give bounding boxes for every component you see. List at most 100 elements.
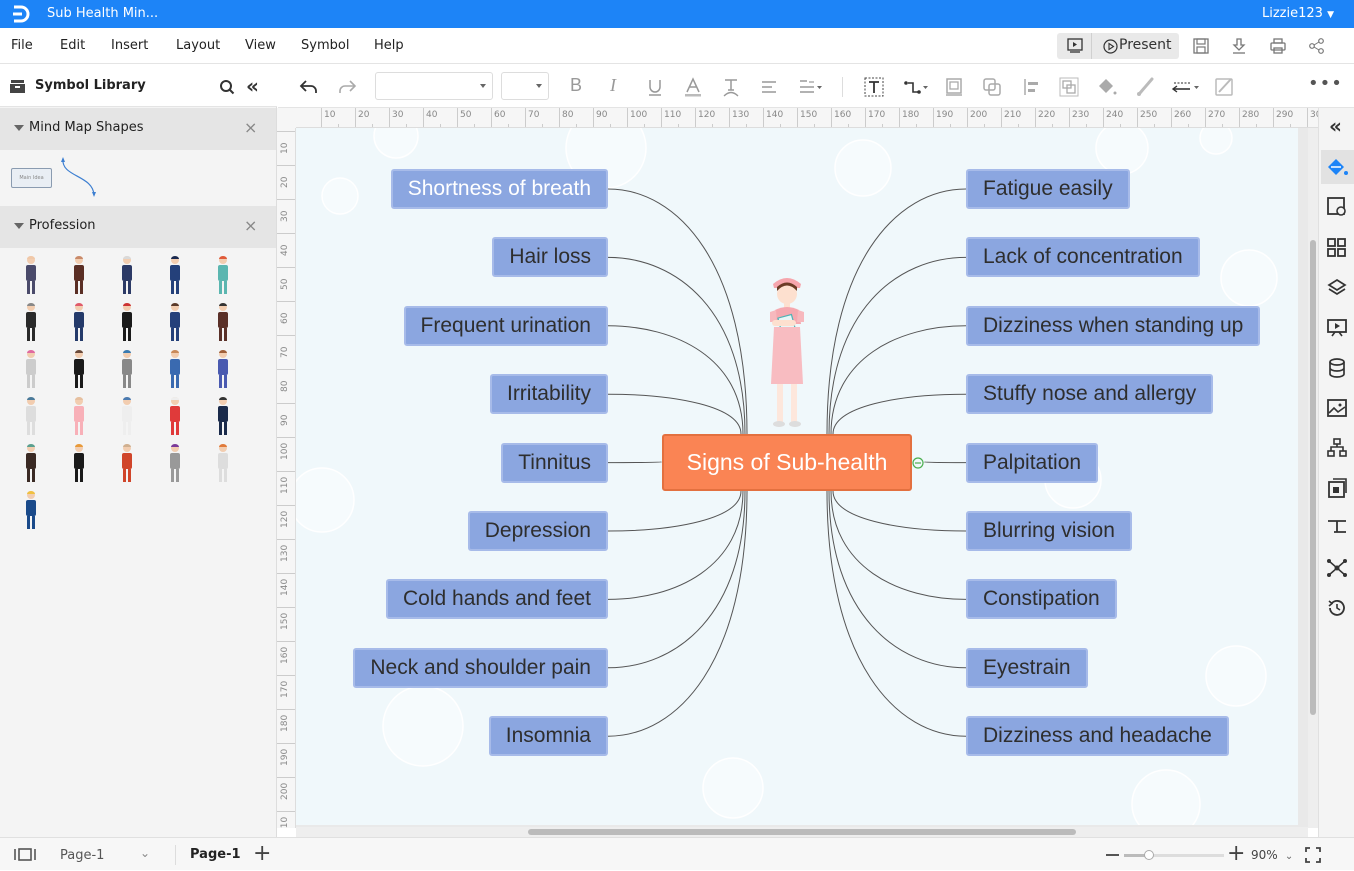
close-section-icon[interactable]: × <box>244 216 257 235</box>
collapse-toggle-icon[interactable] <box>912 457 924 469</box>
profession-symbol[interactable] <box>207 255 239 297</box>
line-color-icon[interactable] <box>1134 76 1156 98</box>
topic-node-left[interactable]: Hair loss <box>492 237 608 278</box>
topic-node-left[interactable]: Irritability <box>489 374 608 415</box>
topic-node-right[interactable]: Palpitation <box>966 442 1099 483</box>
page-select[interactable]: Page-1 ⌄ <box>60 838 155 871</box>
zoom-slider[interactable] <box>1124 850 1224 860</box>
share-icon[interactable] <box>1307 36 1327 56</box>
vertical-scrollbar[interactable] <box>1308 128 1318 828</box>
profession-symbol[interactable] <box>111 302 143 344</box>
text-style-icon[interactable] <box>720 76 742 98</box>
mindmap-icon[interactable] <box>1326 557 1348 579</box>
profession-symbol[interactable] <box>207 349 239 391</box>
align-left-icon[interactable] <box>1020 76 1042 98</box>
connector-panel-icon[interactable] <box>1326 517 1348 539</box>
print-icon[interactable] <box>1268 36 1288 56</box>
topic-node-right[interactable]: Lack of concentration <box>966 237 1200 278</box>
clear-style-icon[interactable] <box>1213 76 1235 98</box>
menu-edit[interactable]: Edit <box>60 38 85 53</box>
profession-symbol[interactable] <box>207 396 239 438</box>
profession-symbol[interactable] <box>159 255 191 297</box>
app-logo-icon[interactable] <box>10 4 32 24</box>
style-fill-tab[interactable] <box>1321 150 1354 184</box>
image-icon[interactable] <box>1326 397 1348 419</box>
bold-icon[interactable]: B <box>570 75 592 97</box>
profession-symbol[interactable] <box>63 396 95 438</box>
profession-symbol[interactable] <box>159 349 191 391</box>
page-setup-icon[interactable] <box>1326 196 1348 218</box>
topic-node-right[interactable]: Eyestrain <box>966 647 1088 688</box>
collapse-panel-icon[interactable]: « <box>246 74 259 98</box>
profession-symbol[interactable] <box>15 349 47 391</box>
data-icon[interactable] <box>1326 357 1348 379</box>
section-profession[interactable]: Profession × <box>0 206 276 248</box>
profession-symbol[interactable] <box>207 302 239 344</box>
section-mind-map-shapes[interactable]: Mind Map Shapes × <box>0 108 276 150</box>
presentation-icon[interactable] <box>1326 317 1348 339</box>
vertical-scroll-thumb[interactable] <box>1310 240 1316 715</box>
topic-node-right[interactable]: Stuffy nose and allergy <box>966 374 1214 415</box>
profession-symbol[interactable] <box>111 396 143 438</box>
zoom-in-icon[interactable]: + <box>1227 841 1245 866</box>
redo-icon[interactable] <box>336 76 358 98</box>
more-options-icon[interactable]: ••• <box>1308 73 1342 95</box>
profession-symbol[interactable] <box>111 349 143 391</box>
topic-node-right[interactable]: Dizziness and headache <box>966 716 1229 757</box>
profession-symbol[interactable] <box>15 255 47 297</box>
zoom-level-select[interactable]: 90% ⌄ <box>1251 848 1293 863</box>
profession-symbol[interactable] <box>15 302 47 344</box>
font-family-select[interactable] <box>375 72 493 100</box>
topic-node-right[interactable]: Fatigue easily <box>966 169 1130 209</box>
ungroup-icon[interactable] <box>1058 76 1080 98</box>
profession-symbol[interactable] <box>159 443 191 485</box>
topic-node-left[interactable]: Frequent urination <box>403 305 608 346</box>
add-page-icon[interactable]: + <box>253 841 271 866</box>
horizontal-scrollbar[interactable] <box>296 827 1308 837</box>
undo-icon[interactable] <box>298 76 320 98</box>
page-icon[interactable] <box>1326 477 1348 499</box>
nurse-illustration[interactable] <box>760 272 818 432</box>
align-icon[interactable] <box>758 76 780 98</box>
profession-symbol[interactable] <box>111 443 143 485</box>
org-chart-icon[interactable] <box>1326 437 1348 459</box>
topic-node-left[interactable]: Shortness of breath <box>390 169 608 209</box>
topic-node-left[interactable]: Cold hands and feet <box>386 579 608 620</box>
user-menu[interactable]: Lizzie123 ▼ <box>1262 6 1334 21</box>
topic-node-right[interactable]: Dizziness when standing up <box>966 305 1261 346</box>
screen-present-button[interactable] <box>1057 33 1092 59</box>
profession-symbol[interactable] <box>159 302 191 344</box>
connector-icon[interactable] <box>902 76 932 98</box>
menu-file[interactable]: File <box>11 38 33 53</box>
layers-icon[interactable] <box>1326 277 1348 299</box>
line-style-icon[interactable] <box>1170 76 1202 98</box>
document-title[interactable]: Sub Health Min... <box>47 6 158 21</box>
fill-color-icon[interactable] <box>1096 76 1118 98</box>
line-spacing-icon[interactable] <box>796 76 826 98</box>
topic-node-left[interactable]: Neck and shoulder pain <box>353 647 608 688</box>
fullscreen-icon[interactable] <box>1305 847 1321 863</box>
present-button[interactable]: Present <box>1119 37 1172 53</box>
bring-front-icon[interactable] <box>943 76 965 98</box>
zoom-slider-handle[interactable] <box>1144 850 1154 860</box>
profession-symbol[interactable] <box>63 349 95 391</box>
profession-symbol[interactable] <box>63 255 95 297</box>
mind-map-shape-main-idea[interactable]: Main Idea <box>11 168 52 188</box>
topic-node-left[interactable]: Tinnitus <box>501 442 608 483</box>
horizontal-scroll-thumb[interactable] <box>528 829 1076 835</box>
italic-icon[interactable]: I <box>610 75 632 97</box>
topic-node-left[interactable]: Insomnia <box>488 716 608 757</box>
underline-icon[interactable] <box>644 76 666 98</box>
profession-symbol[interactable] <box>63 443 95 485</box>
profession-symbol[interactable] <box>207 443 239 485</box>
profession-symbol[interactable] <box>15 443 47 485</box>
topic-node-left[interactable]: Depression <box>467 511 608 551</box>
expand-panel-icon[interactable]: « <box>1329 114 1342 138</box>
search-icon[interactable] <box>219 79 235 95</box>
drawing-canvas[interactable]: Signs of Sub-health Shortness of breath H… <box>296 128 1298 825</box>
grid-layout-icon[interactable] <box>1326 237 1348 259</box>
text-box-icon[interactable] <box>863 76 885 98</box>
group-icon[interactable] <box>981 76 1003 98</box>
topic-node-right[interactable]: Constipation <box>966 579 1117 620</box>
download-icon[interactable] <box>1229 36 1249 56</box>
